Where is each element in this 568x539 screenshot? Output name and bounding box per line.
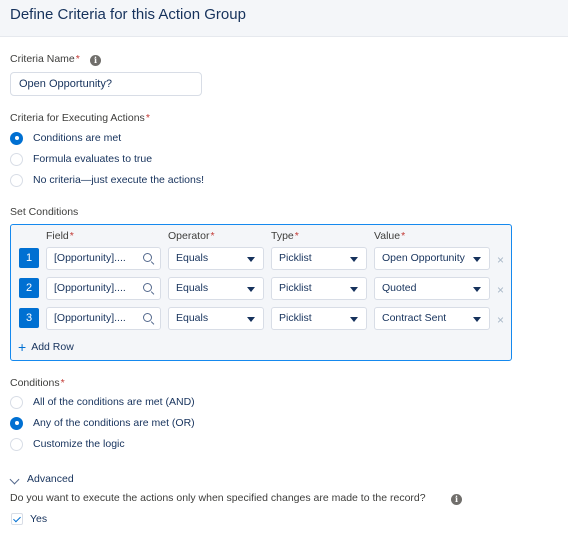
chevron-down-icon: [247, 287, 255, 292]
column-header-operator: Operator*: [168, 230, 215, 242]
radio-label: Customize the logic: [33, 438, 125, 450]
radio-and[interactable]: All of the conditions are met (AND): [10, 394, 195, 410]
radio-label: Any of the conditions are met (OR): [33, 417, 195, 429]
type-select[interactable]: Picklist: [271, 307, 367, 330]
radio-icon[interactable]: [10, 152, 23, 166]
radio-label: No criteria—just execute the actions!: [33, 174, 204, 186]
radio-label: Formula evaluates to true: [33, 153, 153, 165]
column-header-text: Value: [374, 230, 401, 242]
executing-label-text: Criteria for Executing Actions: [10, 112, 145, 124]
type-select[interactable]: Picklist: [271, 277, 367, 300]
checkbox-icon[interactable]: [11, 513, 23, 525]
criteria-name-input[interactable]: Open Opportunity?: [10, 72, 202, 96]
radio-label: Conditions are met: [33, 132, 122, 144]
radio-selected-icon[interactable]: [10, 131, 23, 145]
close-icon[interactable]: ×: [497, 254, 504, 266]
value-value: Open Opportunity: [382, 252, 465, 264]
field-value: [Opportunity]....: [54, 252, 126, 264]
add-row-button[interactable]: + Add Row: [18, 339, 74, 355]
set-conditions-label: Set Conditions: [10, 206, 79, 218]
column-header-value: Value*: [374, 230, 405, 242]
type-value: Picklist: [279, 252, 312, 264]
chevron-down-icon: [350, 287, 358, 292]
criteria-name-label-text: Criteria Name: [10, 53, 75, 65]
chevron-down-icon: [350, 257, 358, 262]
required-marker: *: [69, 230, 74, 242]
field-value: [Opportunity]....: [54, 312, 126, 324]
required-marker: *: [401, 230, 406, 242]
radio-conditions-met[interactable]: Conditions are met: [10, 130, 121, 146]
required-marker: *: [60, 377, 65, 389]
value-value: Quoted: [382, 282, 417, 294]
row-number: 3: [19, 308, 39, 328]
checkbox-label: Yes: [30, 513, 48, 525]
required-marker: *: [294, 230, 299, 242]
required-marker: *: [75, 53, 80, 65]
value-select[interactable]: Open Opportunity: [374, 247, 490, 270]
chevron-down-icon: [473, 287, 481, 292]
operator-select[interactable]: Equals: [168, 277, 264, 300]
page-header: Define Criteria for this Action Group: [0, 0, 568, 37]
conditions-label-text: Conditions: [10, 377, 60, 389]
search-icon[interactable]: [143, 313, 152, 322]
row-number: 1: [19, 248, 39, 268]
row-number: 2: [19, 278, 39, 298]
column-header-type: Type*: [271, 230, 299, 242]
criteria-name-label: Criteria Name*: [10, 53, 80, 65]
chevron-down-icon: [247, 317, 255, 322]
type-value: Picklist: [279, 282, 312, 294]
value-select[interactable]: Quoted: [374, 277, 490, 300]
plus-icon: +: [18, 339, 27, 355]
search-icon[interactable]: [143, 283, 152, 292]
type-select[interactable]: Picklist: [271, 247, 367, 270]
executing-label: Criteria for Executing Actions*: [10, 112, 150, 124]
close-icon[interactable]: ×: [497, 284, 504, 296]
chevron-down-icon[interactable]: [9, 474, 20, 485]
chevron-down-icon: [473, 257, 481, 262]
operator-select[interactable]: Equals: [168, 307, 264, 330]
chevron-down-icon: [247, 257, 255, 262]
radio-icon[interactable]: [10, 395, 23, 409]
field-value: [Opportunity]....: [54, 282, 126, 294]
operator-value: Equals: [176, 282, 209, 294]
advanced-toggle[interactable]: Advanced: [27, 473, 74, 485]
radio-or[interactable]: Any of the conditions are met (OR): [10, 415, 195, 431]
operator-value: Equals: [176, 252, 209, 264]
column-header-field: Field*: [46, 230, 74, 242]
field-lookup[interactable]: [Opportunity]....: [46, 247, 161, 270]
chevron-down-icon: [473, 317, 481, 322]
operator-select[interactable]: Equals: [168, 247, 264, 270]
field-lookup[interactable]: [Opportunity]....: [46, 277, 161, 300]
radio-label: All of the conditions are met (AND): [33, 396, 195, 408]
column-header-text: Field: [46, 230, 69, 242]
page-title: Define Criteria for this Action Group: [10, 6, 246, 23]
field-lookup[interactable]: [Opportunity]....: [46, 307, 161, 330]
info-icon[interactable]: i: [90, 55, 101, 66]
radio-formula[interactable]: Formula evaluates to true: [10, 151, 152, 167]
value-select[interactable]: Contract Sent: [374, 307, 490, 330]
operator-value: Equals: [176, 312, 209, 324]
column-header-text: Type: [271, 230, 294, 242]
required-marker: *: [210, 230, 215, 242]
close-icon[interactable]: ×: [497, 314, 504, 326]
type-value: Picklist: [279, 312, 312, 324]
radio-no-criteria[interactable]: No criteria—just execute the actions!: [10, 172, 204, 188]
radio-icon[interactable]: [10, 173, 23, 187]
advanced-question: Do you want to execute the actions only …: [10, 492, 426, 504]
required-marker: *: [145, 112, 150, 124]
radio-custom-logic[interactable]: Customize the logic: [10, 436, 125, 452]
info-icon[interactable]: i: [451, 494, 462, 505]
radio-icon[interactable]: [10, 437, 23, 451]
value-value: Contract Sent: [382, 312, 447, 324]
conditions-label: Conditions*: [10, 377, 65, 389]
chevron-down-icon: [350, 317, 358, 322]
search-icon[interactable]: [143, 253, 152, 262]
add-row-label: Add Row: [31, 341, 74, 353]
radio-selected-icon[interactable]: [10, 416, 23, 430]
column-header-text: Operator: [168, 230, 210, 242]
